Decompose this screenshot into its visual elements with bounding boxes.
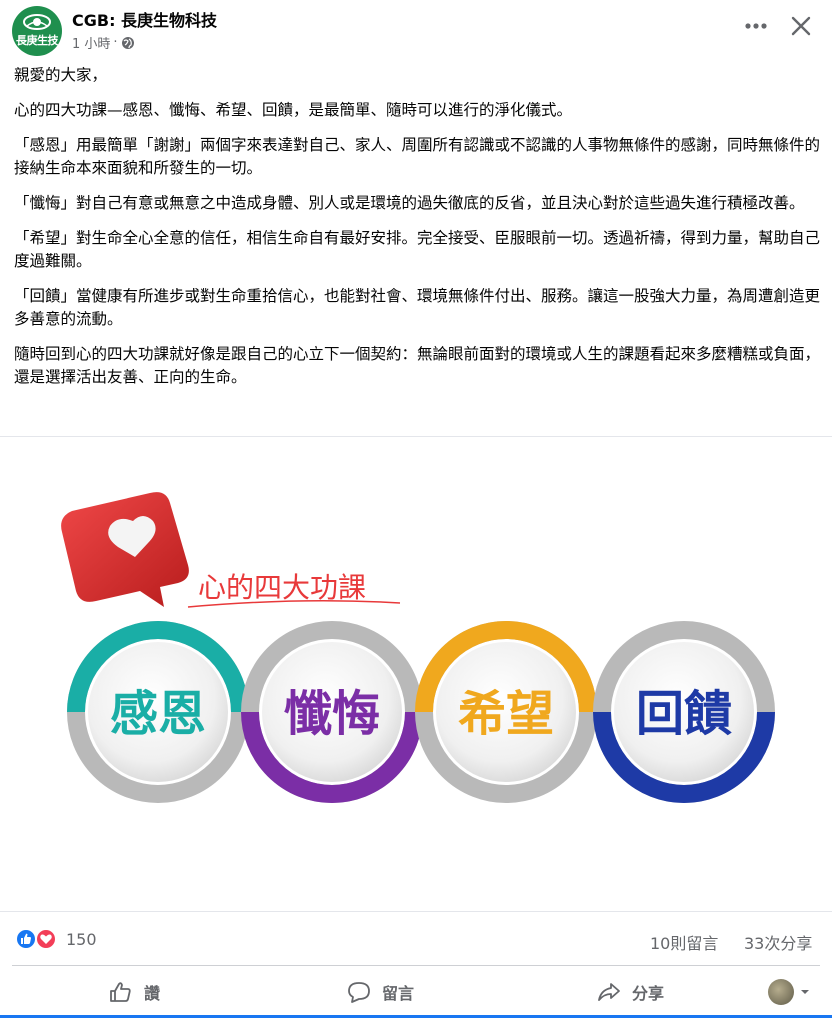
lesson-label: 希望: [458, 686, 554, 742]
comment-icon: [348, 982, 370, 1003]
reactions-count[interactable]: 150: [66, 930, 97, 949]
post-paragraph: 心的四大功課—感恩、懺悔、希望、回饋，是最簡單、隨時可以進行的淨化儀式。: [14, 101, 573, 119]
lesson-circle-2: 懺悔: [241, 621, 423, 803]
meta-separator: ·: [113, 35, 118, 50]
page-avatar[interactable]: 長庚生技: [12, 6, 62, 56]
like-button[interactable]: 讚: [108, 976, 160, 1008]
lesson-circle-4: 回饋: [593, 621, 775, 803]
react-as-selector[interactable]: [768, 979, 810, 1005]
close-button[interactable]: [784, 11, 818, 43]
share-label: 分享: [632, 984, 665, 1003]
lesson-circle-3: 希望: [415, 621, 597, 803]
chevron-down-icon: [801, 990, 809, 994]
share-icon: [598, 983, 620, 1001]
comment-button[interactable]: 留言: [346, 976, 414, 1008]
four-lessons-graphic: 心的四大功課 感恩 懺悔 希望 回饋: [61, 492, 775, 803]
avatar-text: 長庚生技: [16, 34, 59, 47]
post-meta: 1 小時 ·: [72, 33, 135, 52]
post-stats: 150 10則留言 33次分享: [0, 914, 832, 964]
post-image[interactable]: 心的四大功課 感恩 懺悔 希望 回饋: [0, 436, 832, 912]
comments-count[interactable]: 10則留言: [650, 930, 718, 954]
share-button[interactable]: 分享: [596, 976, 664, 1008]
post-actions: 讚 留言 分享: [12, 965, 820, 1017]
heart-chat-bubble-icon: [61, 492, 189, 607]
lesson-circle-1: 感恩: [67, 621, 249, 803]
post-paragraph: 隨時回到心的四大功課就好像是跟自己的心立下一個契約：無論眼前面對的環境或人生的課…: [14, 345, 821, 386]
post-menu-button[interactable]: [738, 11, 774, 41]
like-label: 讚: [144, 984, 161, 1003]
post-paragraph: 「懺悔」對自己有意或無意之中造成身體、別人或是環境的過失徹底的反省，並且決心對於…: [14, 194, 805, 212]
globe-icon[interactable]: [121, 36, 135, 50]
shares-count[interactable]: 33次分享: [744, 930, 812, 954]
post-header: 長庚生技 CGB: 長庚生物科技 1 小時 ·: [0, 0, 832, 60]
graphic-title: 心的四大功課: [198, 571, 366, 604]
thumbs-up-icon: [110, 982, 131, 1002]
close-icon: [791, 16, 811, 36]
post-paragraph: 「希望」對生命全心全意的信任，相信生命自有最好安排。完全接受、臣服眼前一切。透過…: [14, 229, 821, 270]
post-paragraph: 「回饋」當健康有所進步或對生命重拾信心，也能對社會、環境無條件付出、服務。讓這一…: [14, 287, 821, 328]
love-icon[interactable]: [35, 928, 57, 950]
post-time[interactable]: 1 小時: [72, 33, 110, 52]
logo-icon: [23, 14, 51, 30]
user-avatar: [768, 979, 794, 1005]
post-paragraph: 「感恩」用最簡單「謝謝」兩個字來表達對自己、家人、周圍所有認識或不認識的人事物無…: [14, 136, 821, 177]
page-name-link[interactable]: CGB: 長庚生物科技: [72, 7, 217, 31]
post-body: 親愛的大家， 心的四大功課—感恩、懺悔、希望、回饋，是最簡單、隨時可以進行的淨化…: [14, 64, 822, 401]
lesson-label: 回饋: [636, 686, 732, 742]
more-horizontal-icon: [745, 23, 767, 29]
comment-label: 留言: [382, 984, 415, 1003]
lesson-label: 感恩: [110, 686, 206, 742]
post-paragraph: 親愛的大家，: [14, 66, 108, 84]
lesson-label: 懺悔: [284, 686, 380, 742]
like-icon[interactable]: [15, 928, 37, 950]
